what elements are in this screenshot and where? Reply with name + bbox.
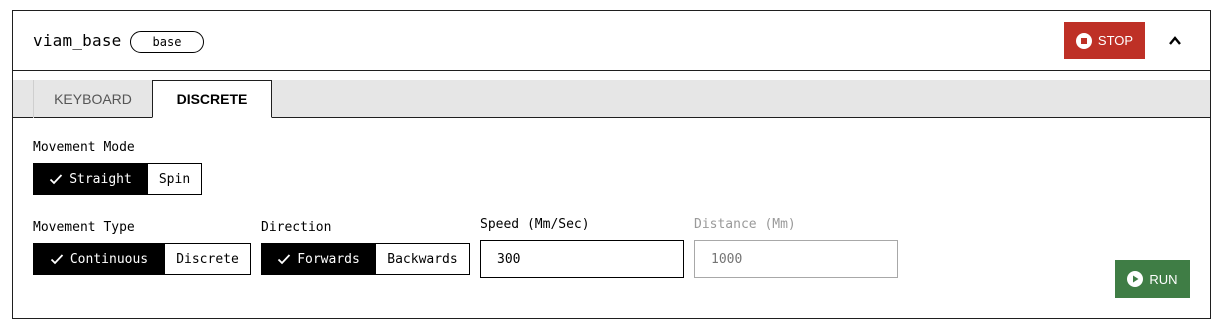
straight-label: Straight bbox=[69, 171, 132, 187]
movement-type-toggle: Continuous Discrete bbox=[33, 243, 251, 275]
discrete-label: Discrete bbox=[176, 251, 239, 267]
movement-mode-straight[interactable]: Straight bbox=[34, 164, 147, 194]
component-name: viam_base bbox=[33, 31, 122, 50]
stop-circle-icon bbox=[1075, 32, 1092, 49]
tab-discrete[interactable]: DISCRETE bbox=[152, 80, 272, 118]
distance-input[interactable] bbox=[694, 240, 898, 278]
movement-type-label: Movement Type bbox=[33, 220, 135, 235]
backwards-label: Backwards bbox=[387, 251, 458, 267]
check-icon bbox=[277, 252, 291, 266]
run-label: RUN bbox=[1149, 271, 1178, 287]
movement-mode-spin[interactable]: Spin bbox=[147, 164, 201, 194]
check-icon bbox=[50, 252, 64, 266]
chevron-up-icon[interactable] bbox=[1163, 29, 1187, 53]
tab-bar: KEYBOARD DISCRETE bbox=[13, 80, 1210, 118]
direction-label: Direction bbox=[261, 220, 332, 235]
direction-backwards[interactable]: Backwards bbox=[375, 244, 469, 274]
tab-keyboard[interactable]: KEYBOARD bbox=[33, 80, 152, 118]
speed-input[interactable] bbox=[480, 240, 684, 278]
forwards-label: Forwards bbox=[297, 251, 360, 267]
movement-type-discrete[interactable]: Discrete bbox=[164, 244, 250, 274]
stop-button[interactable]: STOP bbox=[1064, 22, 1145, 59]
continuous-label: Continuous bbox=[69, 251, 149, 267]
run-button[interactable]: RUN bbox=[1115, 260, 1190, 298]
spin-label: Spin bbox=[158, 171, 191, 187]
base-control-card: viam_base base STOP KEYBOARD DISCRETE Mo… bbox=[12, 10, 1211, 319]
card-header: viam_base base STOP bbox=[13, 11, 1210, 71]
play-circle-icon bbox=[1127, 271, 1144, 287]
direction-toggle: Forwards Backwards bbox=[261, 243, 470, 275]
stop-label: STOP bbox=[1097, 33, 1134, 48]
movement-type-continuous[interactable]: Continuous bbox=[34, 244, 164, 274]
component-type-badge: base bbox=[130, 31, 204, 53]
direction-forwards[interactable]: Forwards bbox=[262, 244, 375, 274]
movement-mode-toggle: Straight Spin bbox=[33, 163, 202, 195]
check-icon bbox=[49, 172, 63, 186]
speed-label: Speed (Mm/Sec) bbox=[480, 217, 590, 232]
movement-mode-label: Movement Mode bbox=[33, 140, 135, 155]
distance-label: Distance (Mm) bbox=[694, 217, 796, 232]
